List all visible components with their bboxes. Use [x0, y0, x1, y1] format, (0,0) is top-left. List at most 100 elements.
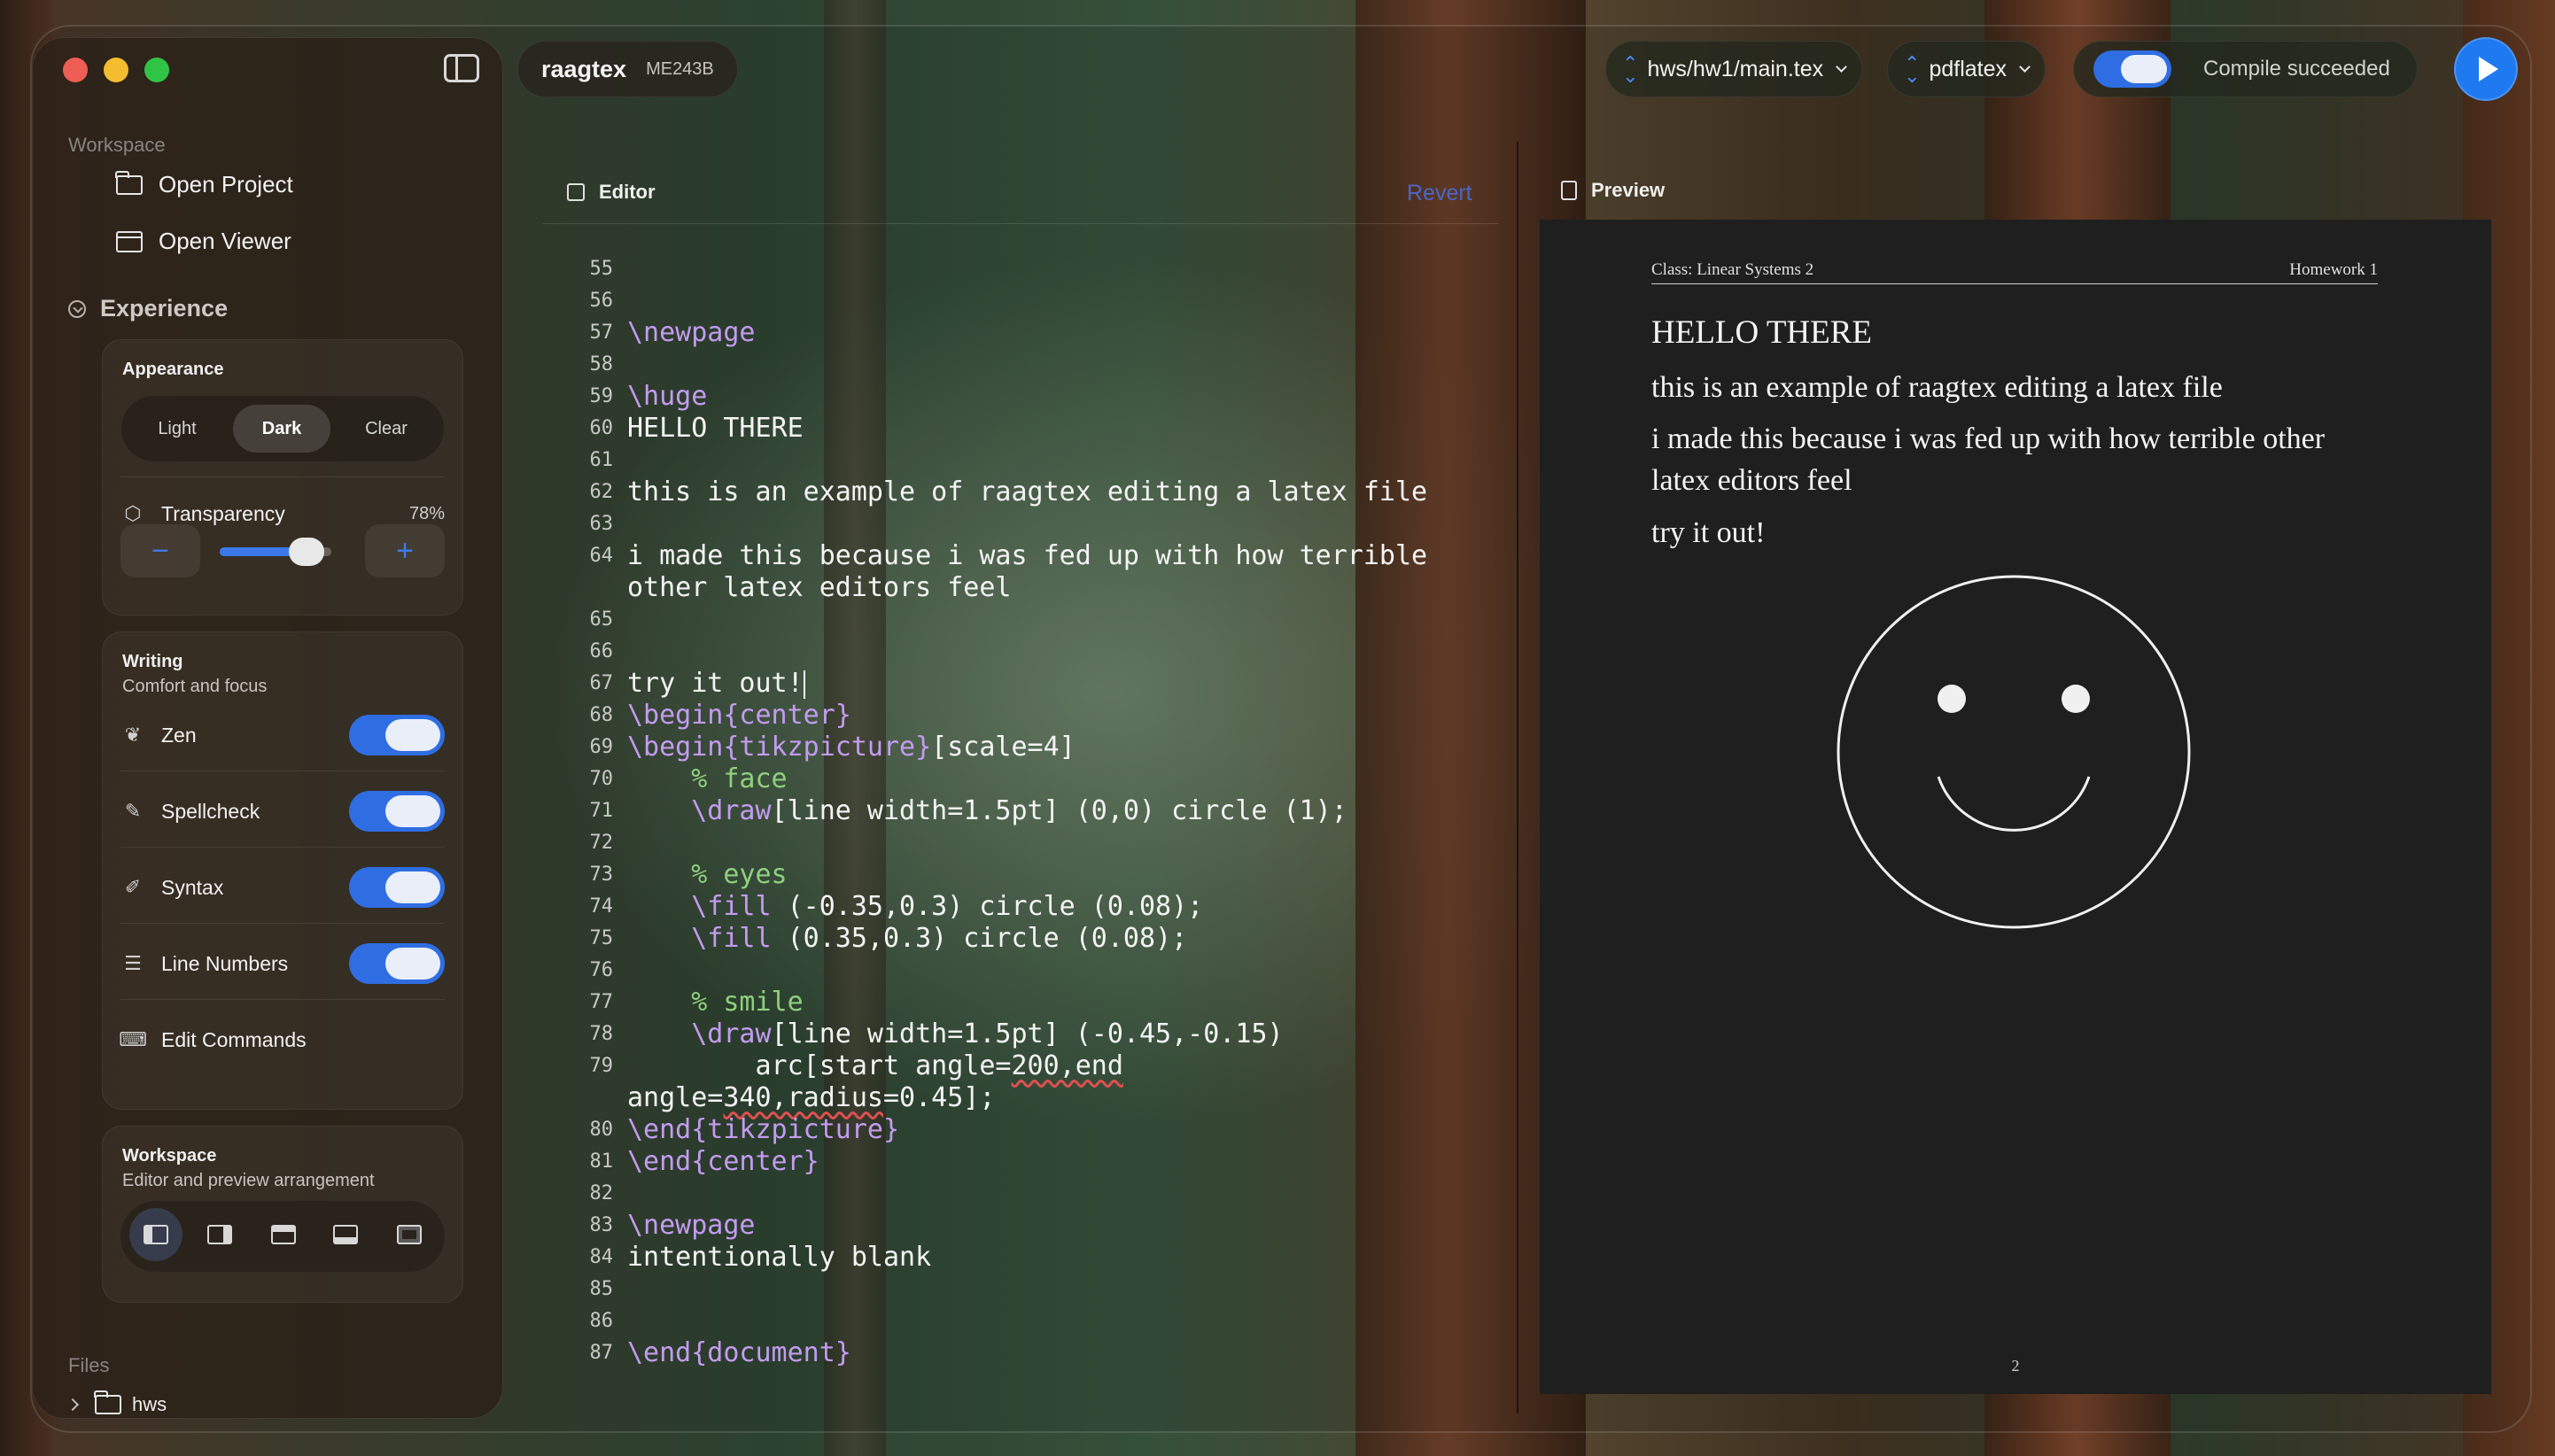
engine-select[interactable]: ⌃ ⌃ pdflatex [1887, 41, 2046, 97]
code-line[interactable]: 67 try it out! [567, 668, 1506, 700]
code-line[interactable]: 55 [567, 253, 1506, 285]
code-line[interactable]: 58 [567, 349, 1506, 381]
layout-sidebar-left-button[interactable] [129, 1208, 182, 1261]
open-viewer-button[interactable]: Open Viewer [116, 228, 291, 255]
code-text: this is an example of raagtex editing a … [627, 476, 1428, 507]
auto-compile-toggle[interactable] [2093, 50, 2171, 88]
code-line[interactable]: 72 [567, 827, 1506, 859]
chevron-down-circle-icon [68, 299, 86, 318]
divider [120, 923, 445, 924]
layout-top-button[interactable] [257, 1208, 310, 1261]
writing-title: Writing [122, 652, 183, 671]
close-window-button[interactable] [63, 58, 88, 82]
code-line[interactable]: 85 [567, 1274, 1506, 1305]
code-line[interactable]: 82 [567, 1178, 1506, 1210]
code-line[interactable]: 69 \begin{tikzpicture}[scale=4] [567, 732, 1506, 763]
code-line[interactable]: 59 \huge [567, 381, 1506, 413]
file-tree-item-hws[interactable]: hws [66, 1390, 167, 1416]
minimize-window-button[interactable] [104, 58, 128, 82]
experience-section-toggle[interactable]: Experience [68, 295, 228, 322]
preview-line-2a: i made this because i was fed up with ho… [1651, 422, 2326, 455]
code-line[interactable]: 68 \begin{center} [567, 700, 1506, 732]
code-line[interactable]: 65 [567, 604, 1506, 636]
code-line[interactable]: 86 [567, 1305, 1506, 1337]
line-numbers-toggle[interactable] [349, 943, 445, 984]
code-line[interactable]: 79 arc[start angle=200,end [567, 1050, 1506, 1082]
project-pill[interactable]: raagtex ME243B [517, 41, 738, 97]
transparency-decrease-button[interactable]: − [120, 524, 200, 577]
text-cursor [803, 670, 805, 699]
zoom-window-button[interactable] [144, 58, 169, 82]
layout-bottom-button[interactable] [319, 1208, 372, 1261]
code-line[interactable]: 73 % eyes [567, 859, 1506, 891]
file-select[interactable]: ⌃ ⌃ hws/hw1/main.tex [1605, 41, 1863, 97]
layout-split-right-icon [207, 1225, 232, 1244]
sidebar-toggle-icon[interactable] [444, 54, 479, 82]
line-numbers-label: Line Numbers [161, 951, 289, 975]
code-line[interactable]: 78 \draw[line width=1.5pt] (-0.45,-0.15) [567, 1018, 1506, 1050]
line-number: 73 [589, 864, 614, 886]
zen-toggle[interactable] [349, 715, 445, 755]
layout-split-top-icon [271, 1225, 296, 1244]
line-number: 78 [589, 1023, 614, 1045]
code-text: \begin{center} [627, 700, 851, 731]
code-line[interactable]: 56 [567, 285, 1506, 317]
edit-commands-button[interactable]: ⌨ Edit Commands [119, 1013, 445, 1066]
syntax-toggle[interactable] [349, 867, 445, 908]
transparency-increase-button[interactable]: + [365, 524, 445, 577]
open-viewer-label: Open Viewer [159, 228, 291, 254]
code-line[interactable]: 62 this is an example of raagtex editing … [567, 476, 1506, 508]
line-number: 81 [589, 1150, 614, 1173]
code-text: \end{document} [627, 1337, 851, 1368]
transparency-slider-knob[interactable] [289, 538, 325, 566]
code-line[interactable]: 63 [567, 508, 1506, 540]
divider [120, 999, 445, 1000]
code-line[interactable]: 60 HELLO THERE [567, 413, 1506, 445]
code-line[interactable]: 80 \end{tikzpicture} [567, 1114, 1506, 1146]
code-line[interactable]: 87 \end{document} [567, 1337, 1506, 1369]
pane-splitter[interactable] [1517, 142, 1518, 1413]
compile-run-button[interactable] [2454, 37, 2518, 101]
code-line[interactable]: angle=340,radius=0.45]; [567, 1082, 1506, 1114]
line-number: 77 [589, 991, 614, 1013]
code-line[interactable]: 71 \draw[line width=1.5pt] (0,0) circle … [567, 795, 1506, 827]
window-icon [116, 230, 143, 252]
code-text: \begin{tikzpicture}[scale=4] [627, 732, 1076, 763]
code-line[interactable]: 74 \fill (-0.35,0.3) circle (0.08); [567, 891, 1506, 923]
open-project-button[interactable]: Open Project [115, 170, 293, 198]
pdf-preview-page[interactable]: Class: Linear Systems 2 Homework 1 HELLO… [1540, 220, 2491, 1394]
revert-button[interactable]: Revert [1407, 181, 1472, 206]
code-line[interactable]: 84 intentionally blank [567, 1242, 1506, 1274]
code-line[interactable]: 76 [567, 955, 1506, 987]
code-line[interactable]: 83 \newpage [567, 1210, 1506, 1242]
code-line[interactable]: 66 [567, 636, 1506, 668]
up-down-chevron-icon: ⌃ ⌃ [1622, 51, 1639, 87]
transparency-slider[interactable] [220, 538, 331, 566]
line-number [567, 1082, 627, 1114]
appearance-dark-option[interactable]: Dark [233, 405, 330, 453]
code-text: \end{tikzpicture} [627, 1114, 900, 1145]
code-editor[interactable]: 55 56 57 \newpage 58 59 \huge 60 HELLO THERE 61 62… [567, 253, 1506, 1369]
code-line[interactable]: 75 \fill (0.35,0.3) circle (0.08); [567, 923, 1506, 955]
appearance-clear-option[interactable]: Clear [338, 405, 435, 453]
code-line[interactable]: other latex editors feel [567, 572, 1506, 604]
layout-sidebar-right-button[interactable] [193, 1208, 246, 1261]
spellcheck-toggle[interactable] [349, 791, 445, 832]
code-line[interactable]: 61 [567, 445, 1506, 476]
code-text: arc[start angle=200,end [627, 1050, 1123, 1081]
code-line[interactable]: 77 % smile [567, 987, 1506, 1018]
code-line[interactable]: 57 \newpage [567, 317, 1506, 349]
appearance-light-option[interactable]: Light [128, 405, 226, 453]
preview-heading: HELLO THERE [1651, 314, 1873, 351]
list-numbers-icon: ☰ [124, 952, 142, 974]
code-line[interactable]: 81 \end{center} [567, 1146, 1506, 1178]
layout-full-button[interactable] [383, 1208, 436, 1261]
preview-line-3: try it out! [1651, 516, 1766, 549]
code-text: % face [627, 763, 788, 794]
code-line[interactable]: 70 % face [567, 763, 1506, 795]
line-number: 68 [589, 704, 614, 726]
code-line[interactable]: 64 i made this because i was fed up with … [567, 540, 1506, 572]
